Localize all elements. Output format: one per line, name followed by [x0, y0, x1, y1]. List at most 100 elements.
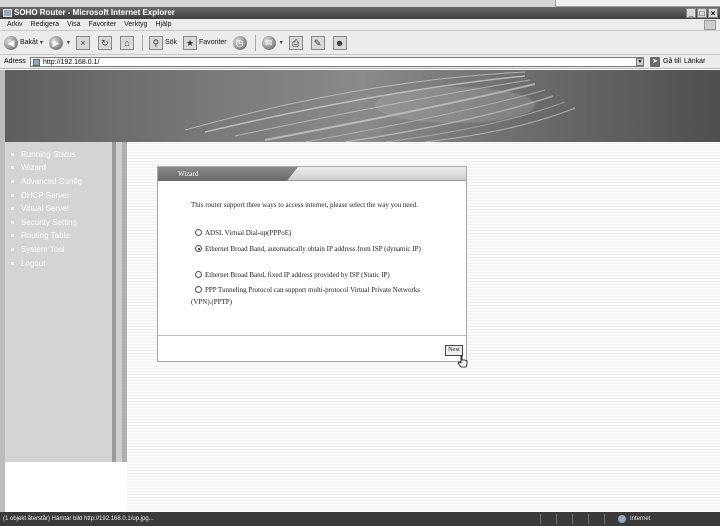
option-static-ip[interactable]: Ethernet Broad Band, fixed IP address pr…: [191, 269, 431, 281]
sidebar-item-wizard[interactable]: Wizard: [11, 163, 46, 172]
messenger-button[interactable]: ☻: [332, 35, 349, 50]
sidebar-item-label: Virtual Server: [21, 204, 70, 213]
sidebar-item-routing-table[interactable]: Routing Table: [11, 231, 70, 240]
option-static-ip-label: Ethernet Broad Band, fixed IP address pr…: [205, 271, 390, 279]
sidebar-item-running-status[interactable]: Running Status: [11, 150, 76, 159]
back-label: Bakåt: [20, 39, 38, 46]
search-button[interactable]: ⚲ Sök: [148, 35, 177, 50]
chevron-down-icon[interactable]: ▾: [280, 39, 283, 46]
bullet-icon: [11, 153, 14, 157]
ie-app-icon: [3, 9, 12, 17]
bullet-icon: [11, 262, 14, 266]
stop-button[interactable]: ×: [75, 35, 92, 50]
print-button[interactable]: ⎙: [288, 35, 305, 50]
bullet-icon: [11, 166, 14, 170]
desktop-background: [0, 0, 720, 7]
go-button[interactable]: ➤ Gå till: [650, 55, 681, 69]
address-url: http://192.168.0.1/: [43, 59, 100, 66]
sidebar-item-security-setting[interactable]: Security Setting: [11, 218, 77, 227]
menu-verktyg[interactable]: Verktyg: [124, 19, 147, 30]
toolbar: ◀ Bakåt ▾ ▶ ▾ × ↻ ⌂ ⚲ Sök ★ Favoriter ◷: [0, 31, 720, 55]
sidebar-item-virtual-server[interactable]: Virtual Server: [11, 204, 69, 213]
history-button[interactable]: ◷: [232, 35, 249, 50]
address-dropdown-icon[interactable]: ▾: [636, 58, 644, 66]
sidebar-item-label: System Tool: [21, 245, 65, 254]
refresh-button[interactable]: ↻: [97, 35, 114, 50]
wizard-header: Wizard: [158, 167, 466, 181]
forward-button[interactable]: ▶ ▾: [48, 35, 70, 50]
search-label: Sök: [164, 39, 177, 46]
menu-arkiv[interactable]: Arkiv: [7, 19, 23, 30]
history-icon: ◷: [232, 35, 247, 50]
status-pane: [604, 514, 618, 524]
edit-icon: ✎: [310, 35, 325, 50]
wizard-intro-text: This router support three ways to access…: [191, 201, 418, 209]
home-icon: ⌂: [119, 35, 134, 50]
close-button[interactable]: ×: [708, 8, 718, 18]
menu-hjalp[interactable]: Hjälp: [155, 19, 171, 30]
search-icon: ⚲: [148, 35, 163, 50]
mail-button[interactable]: ✉ ▾: [261, 35, 283, 50]
option-pppoe-label: ADSL Virtual Dial-up(PPPoE): [205, 229, 292, 237]
radio-pptp[interactable]: [195, 286, 202, 293]
bullet-icon: [11, 221, 14, 225]
links-button[interactable]: Länkar: [684, 55, 705, 69]
chevron-down-icon[interactable]: ▾: [67, 39, 70, 46]
security-zone: Internet: [618, 512, 650, 526]
wizard-body: This router support three ways to access…: [158, 181, 466, 331]
windows-logo-icon: [704, 20, 716, 30]
menu-redigera[interactable]: Redigera: [31, 19, 59, 30]
bullet-icon: [11, 248, 14, 252]
page-icon: [33, 59, 40, 66]
favorites-label: Favoriter: [199, 39, 227, 46]
go-label: Gå till: [663, 58, 681, 65]
option-pppoe[interactable]: ADSL Virtual Dial-up(PPPoE): [191, 227, 431, 239]
back-button[interactable]: ◀ Bakåt ▾: [4, 35, 43, 50]
sidebar-item-label: Advanced Config: [21, 177, 82, 186]
sidebar-item-advanced-config[interactable]: Advanced Config: [11, 177, 82, 186]
sidebar-item-label: Running Status: [21, 150, 76, 159]
sidebar-item-dhcp-server[interactable]: DHCP Server: [11, 191, 69, 200]
address-label: Adress: [4, 58, 26, 65]
bullet-icon: [11, 207, 14, 211]
zone-label: Internet: [630, 516, 651, 522]
printer-icon: ⎙: [288, 35, 303, 50]
option-dynamic-ip-label: Ethernet Broad Band, automatically obtai…: [205, 245, 421, 253]
title-bar: SOHO Router - Microsoft Internet Explore…: [0, 7, 720, 19]
page-content: Running Status Wizard Advanced Config DH…: [0, 70, 720, 512]
sidebar-item-label: Security Setting: [21, 218, 78, 227]
bullet-icon: [11, 180, 14, 184]
home-button[interactable]: ⌂: [119, 35, 136, 50]
wizard-footer-divider: [158, 335, 466, 336]
radio-dynamic-ip[interactable]: [195, 245, 202, 252]
menu-bar: Arkiv Redigera Visa Favoriter Verktyg Hj…: [0, 19, 720, 31]
status-pane: [588, 514, 602, 524]
minimize-button[interactable]: _: [686, 8, 696, 18]
hand-cursor-icon: [457, 355, 468, 368]
option-pptp-label: PPP Tunneling Protocol can support multi…: [191, 286, 421, 306]
radio-static-ip[interactable]: [195, 271, 202, 278]
status-pane: [556, 514, 570, 524]
sidebar-item-system-tool[interactable]: System Tool: [11, 245, 64, 254]
option-pptp[interactable]: PPP Tunneling Protocol can support multi…: [191, 284, 431, 308]
menu-favoriter[interactable]: Favoriter: [88, 19, 116, 30]
bullet-icon: [11, 234, 14, 238]
messenger-icon: ☻: [332, 35, 347, 50]
router-banner-image: [5, 70, 720, 142]
forward-arrow-icon: ▶: [48, 35, 63, 50]
menu-visa[interactable]: Visa: [67, 19, 81, 30]
mail-icon: ✉: [261, 35, 276, 50]
radio-pppoe[interactable]: [195, 229, 202, 236]
window-controls: _ □ ×: [686, 8, 718, 18]
address-input[interactable]: http://192.168.0.1/: [30, 57, 644, 67]
option-dynamic-ip[interactable]: Ethernet Broad Band, automatically obtai…: [191, 243, 431, 255]
sidebar-item-logout[interactable]: Logout: [11, 259, 45, 268]
bullet-icon: [11, 194, 14, 198]
edit-button[interactable]: ✎: [310, 35, 327, 50]
window-title: SOHO Router - Microsoft Internet Explore…: [14, 8, 175, 17]
stop-icon: ×: [75, 35, 90, 50]
favorites-button[interactable]: ★ Favoriter: [183, 35, 227, 50]
chevron-down-icon[interactable]: ▾: [40, 39, 43, 46]
sidebar-menu: Running Status Wizard Advanced Config DH…: [5, 142, 112, 462]
maximize-button[interactable]: □: [697, 8, 707, 18]
